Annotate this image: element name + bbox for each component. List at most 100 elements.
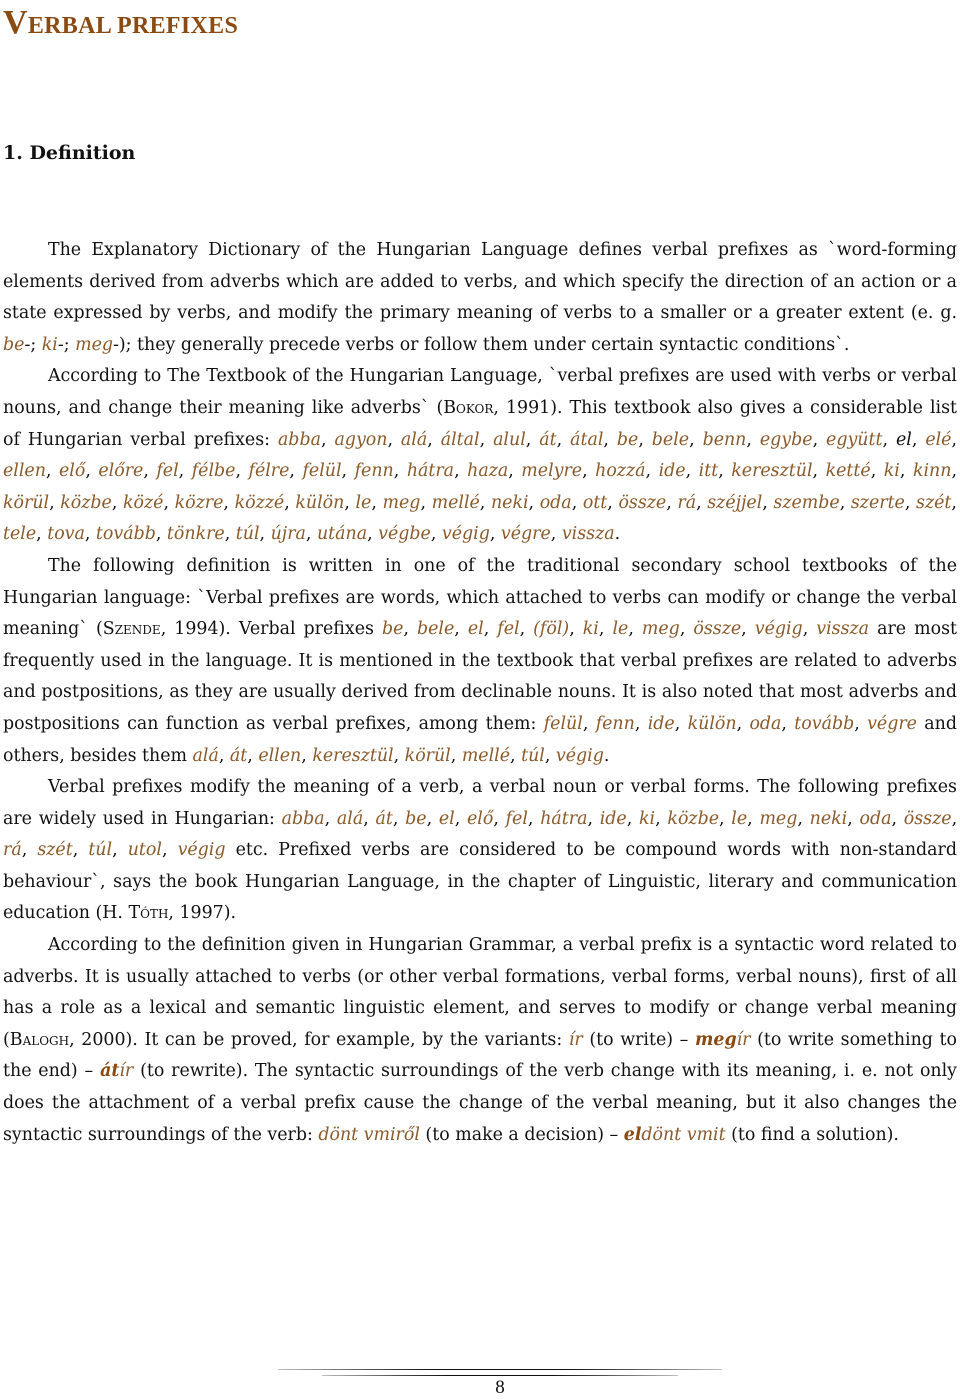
hungarian-term: neki [490,492,529,513]
hungarian-term: közbe [60,492,112,513]
hungarian-term: be [3,334,25,355]
hungarian-term: vissza [816,619,870,640]
hungarian-term: ide [599,808,627,829]
hungarian-term: ellen [258,745,302,766]
hungarian-term: le [731,808,748,829]
hungarian-term: össze [618,492,667,513]
hungarian-term: ki [883,461,900,482]
hungarian-term: külön [295,492,345,513]
hungarian-term: dönt vmiről [318,1124,420,1145]
title-first-letter: V [3,4,28,41]
hungarian-term: tova [47,524,85,545]
hungarian-term: túl [235,524,260,545]
hungarian-term: alul [493,429,526,450]
section-heading: 1. Definition [3,142,136,164]
hungarian-term: kinn [912,461,952,482]
footer-rule-bottom [322,1375,678,1376]
hungarian-term: elő [467,808,494,829]
hungarian-term: össze [903,808,952,829]
hungarian-term: itt [698,461,719,482]
hungarian-term: be [405,808,427,829]
hungarian-term: ki [639,808,656,829]
hungarian-term: elé [925,429,952,450]
hungarian-term: rá [677,492,697,513]
hungarian-term: bele [651,429,690,450]
hungarian-term: félbe [191,461,236,482]
title-rest: ERBAL PREFIXES [27,13,239,39]
hungarian-term: keresztül [312,745,394,766]
hungarian-term: bele [416,619,455,640]
hungarian-term: ír [736,1029,751,1050]
page-number: 8 [495,1377,505,1398]
hungarian-term: le [355,492,372,513]
hungarian-term: el [895,429,912,450]
hungarian-term: alá [400,429,428,450]
hungarian-term: abba [281,808,325,829]
hungarian-term: oda [859,808,892,829]
hungarian-term: szét [37,840,73,861]
paragraph: The following definition is written in o… [3,555,957,766]
hungarian-term: hozzá [595,461,646,482]
hungarian-term: széjjel [707,492,763,513]
citation-author: Balogh [9,1029,70,1050]
hungarian-term: fenn [354,461,394,482]
hungarian-term: ott [582,492,608,513]
hungarian-term: benn [702,429,747,450]
hungarian-term: végig [555,745,604,766]
hungarian-term: ellen [3,461,46,482]
hungarian-term: átal [570,429,604,450]
hungarian-term: (föl) [533,619,570,640]
hungarian-term: haza [467,461,509,482]
hungarian-term: fel [497,619,520,640]
hungarian-term: végre [867,713,917,734]
hungarian-term: vissza [561,524,615,545]
hungarian-term: fel [505,808,528,829]
hungarian-term: külön [687,713,737,734]
hungarian-term: felül [543,713,583,734]
hungarian-term: hátra [406,461,455,482]
hungarian-term: végbe [378,524,431,545]
hungarian-term: ki [582,619,599,640]
body-text: The Explanatory Dictionary of the Hungar… [3,235,957,1151]
hungarian-term: neki [809,808,848,829]
paragraph: According to The Textbook of the Hungari… [3,366,958,545]
document-title: VERBAL PREFIXES [3,4,238,42]
hungarian-term: ketté [825,461,871,482]
hungarian-term: össze [693,619,742,640]
hungarian-term: utol [127,840,162,861]
hungarian-term: rá [3,840,22,861]
hungarian-term: szembe [773,492,840,513]
hungarian-term: hátra [540,808,588,829]
hungarian-term: mellé [461,745,511,766]
hungarian-term: ír [568,1029,583,1050]
hungarian-term: körül [404,745,451,766]
paragraph: Verbal prefixes modify the meaning of a … [3,777,958,924]
hungarian-term: szerte [850,492,905,513]
hungarian-term: közre [174,492,224,513]
hungarian-term: alá [192,745,219,766]
hungarian-term: fel [156,461,179,482]
hungarian-term: agyon [334,429,388,450]
hungarian-term: tele [3,524,37,545]
hungarian-term: együtt [826,429,883,450]
hungarian-term: melyre [521,461,583,482]
hungarian-term: el [438,808,455,829]
hungarian-term: félre [248,461,290,482]
hungarian-term: meg [641,619,680,640]
hungarian-term: át [229,745,248,766]
hungarian-term: ide [647,713,675,734]
hungarian-term: át [539,429,557,450]
hungarian-term: újra [270,524,306,545]
hungarian-term: elő [58,461,86,482]
hungarian-term: utána [316,524,368,545]
hungarian-term: meg [759,808,798,829]
hungarian-term: által [440,429,480,450]
hungarian-term: körül [3,492,50,513]
hungarian-term: tovább [95,524,156,545]
hungarian-term: közzé [234,492,285,513]
citation-author: Szende [102,619,161,640]
hungarian-term: meg [694,1029,737,1050]
footer-rule-top [278,1369,722,1370]
hungarian-term: túl [521,745,545,766]
hungarian-term: meg [382,492,421,513]
